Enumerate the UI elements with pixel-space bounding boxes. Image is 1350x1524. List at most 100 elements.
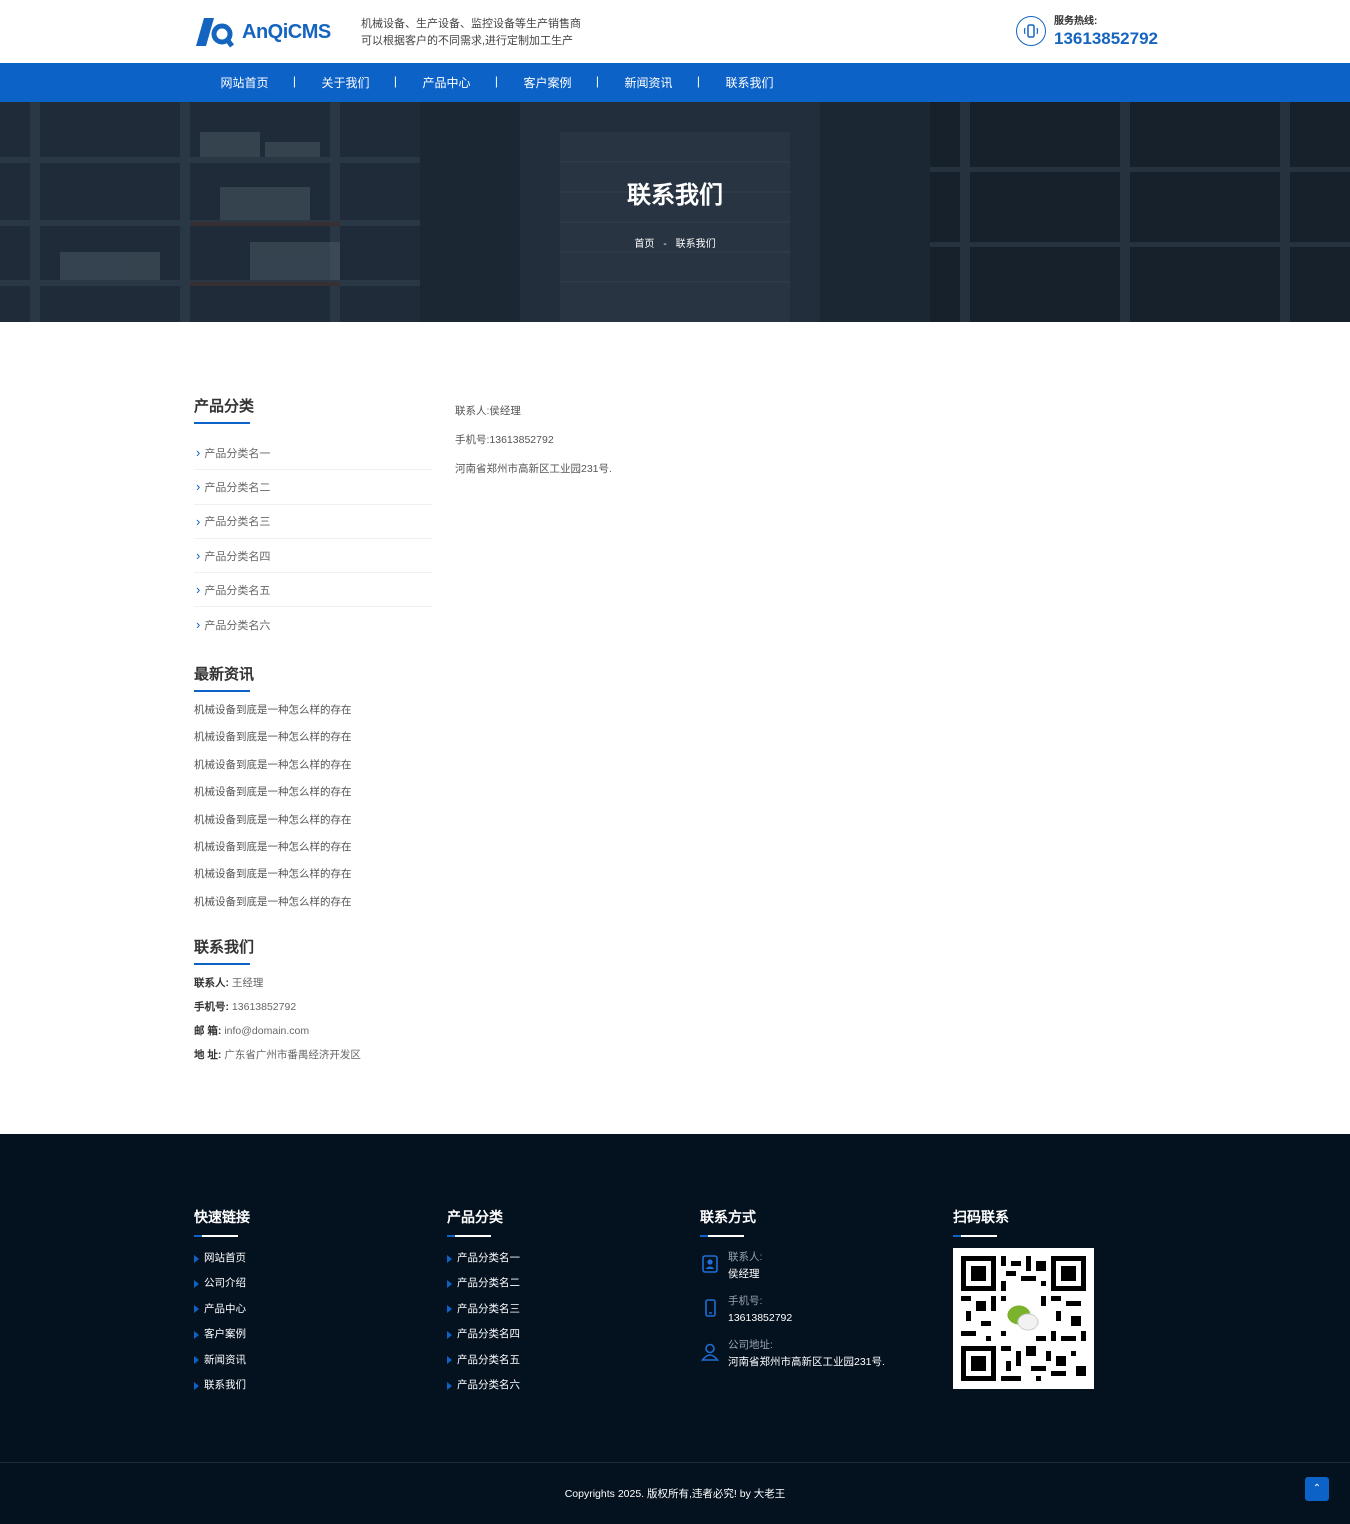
footer-link-label: 产品分类名四	[457, 1328, 520, 1341]
footer-link-label: 公司介绍	[204, 1277, 246, 1290]
contact-value: info@domain.com	[224, 1025, 310, 1037]
contact-address: 地 址: 广东省广州市番禺经济开发区	[194, 1043, 361, 1067]
contact-label: 手机号:	[194, 1001, 229, 1013]
nav-item-home[interactable]: 网站首页	[194, 74, 296, 91]
triangle-right-icon	[194, 1356, 199, 1365]
content-phone: 手机号:13613852792	[455, 434, 554, 446]
sidebar-news-title: 最新资讯	[194, 666, 255, 683]
chevron-right-icon: ›	[196, 548, 201, 564]
category-label: 产品分类名三	[204, 516, 271, 529]
sidebar-category-item[interactable]: › 产品分类名二	[194, 470, 432, 505]
footer-link-label: 产品分类名六	[457, 1378, 520, 1391]
news-item[interactable]: 机械设备到底是一种怎么样的存在	[194, 889, 352, 916]
footer-title-underline	[447, 1235, 491, 1237]
tagline-line-1: 机械设备、生产设备、监控设备等生产销售商	[361, 18, 581, 30]
footer-category-link[interactable]: 产品分类名一	[447, 1246, 520, 1271]
footer-link-label: 产品分类名一	[457, 1252, 520, 1264]
sidebar-category-item[interactable]: › 产品分类名三	[194, 505, 432, 539]
logo-mark-icon	[196, 18, 234, 48]
nav-item-news[interactable]: 新闻资讯	[598, 74, 700, 91]
contact-phone: 手机号: 13613852792	[194, 995, 361, 1019]
sidebar-category-item[interactable]: › 产品分类名一	[194, 436, 432, 471]
category-label: 产品分类名一	[204, 447, 271, 460]
footer-address-value: 河南省郑州市高新区工业园231号.	[728, 1356, 885, 1368]
contact-person: 联系人: 王经理	[194, 971, 361, 995]
footer-qr-title: 扫码联系	[953, 1209, 1009, 1225]
news-item[interactable]: 机械设备到底是一种怎么样的存在	[194, 724, 352, 751]
sidebar-news-list: 机械设备到底是一种怎么样的存在 机械设备到底是一种怎么样的存在 机械设备到底是一…	[194, 697, 352, 916]
footer-contact-address: 公司地址: 河南省郑州市高新区工业园231号.	[700, 1337, 885, 1371]
footer-link[interactable]: 联系我们	[194, 1373, 250, 1398]
category-label: 产品分类名四	[204, 550, 271, 563]
site-logo[interactable]: AnQiCMS	[194, 16, 339, 48]
sidebar-contact-list: 联系人: 王经理 手机号: 13613852792 邮 箱: info@doma…	[194, 971, 361, 1067]
triangle-right-icon	[194, 1254, 199, 1263]
footer-phone-value: 13613852792	[728, 1312, 793, 1324]
sidebar-contact-title: 联系我们	[194, 939, 255, 956]
footer-link[interactable]: 客户案例	[194, 1322, 250, 1347]
footer-category-link[interactable]: 产品分类名三	[447, 1297, 520, 1322]
nav-item-cases[interactable]: 客户案例	[497, 74, 599, 91]
main-nav: 网站首页 关于我们 产品中心 客户案例 新闻资讯 联系我们	[194, 63, 800, 102]
tagline-line-2: 可以根据客户的不同需求,进行定制加工生产	[361, 35, 574, 47]
footer-link-label: 网站首页	[204, 1252, 246, 1264]
contact-email: 邮 箱: info@domain.com	[194, 1019, 361, 1043]
breadcrumb: 首页 - 联系我们	[0, 235, 1350, 250]
footer-divider	[0, 1462, 1350, 1463]
nav-item-about[interactable]: 关于我们	[295, 74, 397, 91]
footer-title-underline	[194, 1235, 238, 1237]
footer-contact-label: 联系人:	[728, 1251, 763, 1263]
content-address: 河南省郑州市高新区工业园231号.	[455, 463, 612, 475]
page-banner: 联系我们 首页 - 联系我们	[0, 102, 1350, 322]
footer-category-link[interactable]: 产品分类名五	[447, 1348, 520, 1373]
footer-category-link[interactable]: 产品分类名四	[447, 1322, 520, 1347]
footer-link-label: 新闻资讯	[204, 1353, 246, 1366]
footer-link-label: 产品中心	[204, 1302, 246, 1315]
mobile-phone-icon	[705, 1299, 716, 1317]
footer-link-label: 联系我们	[204, 1378, 246, 1391]
chevron-right-icon: ›	[196, 479, 201, 495]
sidebar-title-underline	[194, 422, 250, 424]
breadcrumb-home[interactable]: 首页	[634, 239, 654, 250]
footer-category-link[interactable]: 产品分类名二	[447, 1271, 520, 1296]
footer-link-label: 客户案例	[204, 1328, 246, 1341]
breadcrumb-current: 联系我们	[675, 239, 716, 250]
contact-label: 联系人:	[194, 977, 229, 989]
news-item[interactable]: 机械设备到底是一种怎么样的存在	[194, 807, 352, 834]
back-to-top-button[interactable]: ⌃	[1305, 1477, 1329, 1501]
contact-label: 邮 箱:	[194, 1025, 222, 1037]
site-header: AnQiCMS 机械设备、生产设备、监控设备等生产销售商 可以根据客户的不同需求…	[0, 0, 1350, 63]
footer-phone-label: 手机号:	[728, 1295, 763, 1307]
triangle-right-icon	[447, 1305, 452, 1314]
triangle-right-icon	[447, 1330, 452, 1339]
qr-code-icon	[961, 1256, 1086, 1381]
triangle-right-icon	[194, 1330, 199, 1339]
warehouse-background-image	[0, 102, 1350, 322]
footer-category-link[interactable]: 产品分类名六	[447, 1373, 520, 1398]
footer-link[interactable]: 公司介绍	[194, 1271, 250, 1296]
footer-link[interactable]: 产品中心	[194, 1297, 250, 1322]
nav-item-products[interactable]: 产品中心	[396, 74, 498, 91]
hotline-number: 13613852792	[1054, 29, 1159, 48]
news-item[interactable]: 机械设备到底是一种怎么样的存在	[194, 697, 352, 724]
contact-label: 地 址:	[194, 1049, 222, 1061]
news-item[interactable]: 机械设备到底是一种怎么样的存在	[194, 752, 352, 779]
footer-contact-person: 联系人: 侯经理	[700, 1249, 885, 1283]
sidebar-category-item[interactable]: › 产品分类名六	[194, 607, 432, 641]
sidebar-categories-title: 产品分类	[194, 398, 255, 415]
sidebar-category-item[interactable]: › 产品分类名四	[194, 539, 432, 574]
sidebar-category-item[interactable]: › 产品分类名五	[194, 573, 432, 608]
category-label: 产品分类名二	[204, 481, 271, 494]
triangle-right-icon	[447, 1280, 452, 1289]
footer-link[interactable]: 网站首页	[194, 1246, 250, 1271]
news-item[interactable]: 机械设备到底是一种怎么样的存在	[194, 861, 352, 888]
triangle-right-icon	[194, 1280, 199, 1289]
footer-categories-title: 产品分类	[447, 1209, 503, 1225]
category-label: 产品分类名六	[204, 619, 271, 632]
footer-link[interactable]: 新闻资讯	[194, 1348, 250, 1373]
copyright-text: Copyrights 2025. 版权所有,违者必究! by 大老王	[564, 1488, 786, 1500]
news-item[interactable]: 机械设备到底是一种怎么样的存在	[194, 834, 352, 861]
user-location-icon	[700, 1343, 720, 1361]
news-item[interactable]: 机械设备到底是一种怎么样的存在	[194, 779, 352, 806]
nav-item-contact[interactable]: 联系我们	[699, 74, 800, 91]
